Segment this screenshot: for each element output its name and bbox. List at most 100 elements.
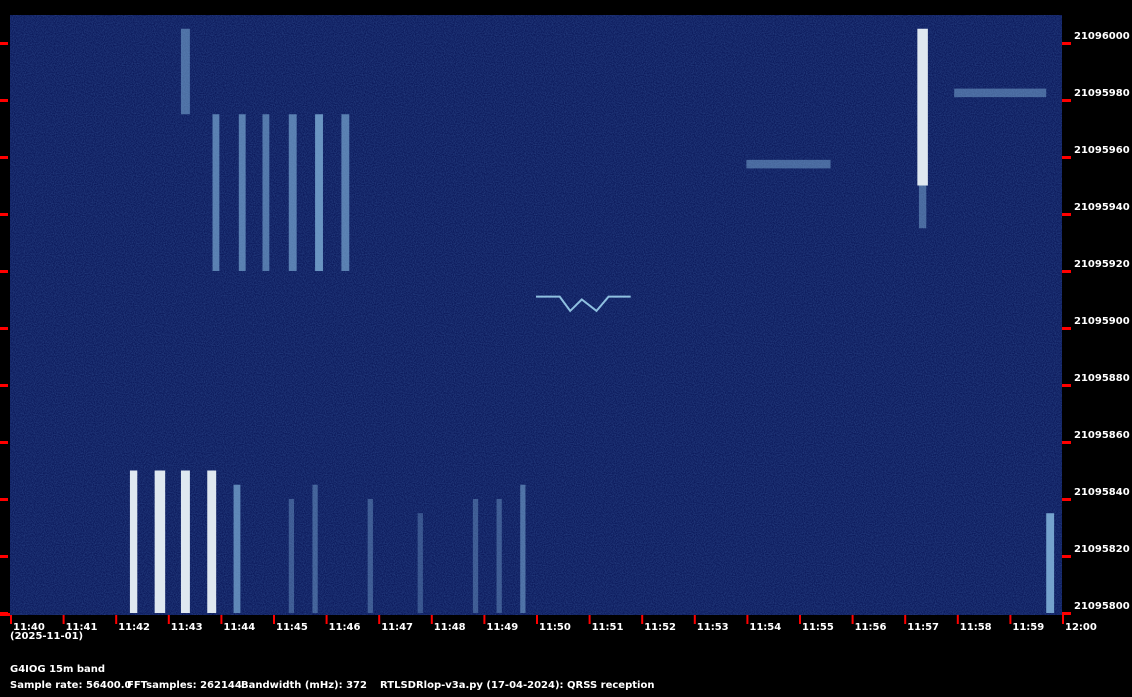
- spectrogram-chart: 11:40 11:41 11:42 11:43 11:44 11:45 11:46 11:47…: [0, 15, 1130, 633]
- y-tick-left: [0, 42, 8, 45]
- x-tick-label: 11:46: [329, 622, 361, 633]
- signal-mark: [129, 470, 138, 613]
- x-tick-label: 12:00: [1065, 622, 1097, 633]
- y-tick-right: [1062, 612, 1071, 615]
- x-tick: [273, 615, 275, 624]
- x-tick: [1009, 615, 1012, 624]
- x-tick: [588, 615, 591, 624]
- x-tick: [115, 615, 118, 624]
- spectrogram-noise: [10, 15, 1062, 615]
- y-tick-right: [1062, 99, 1071, 102]
- y-tick-right: [1062, 384, 1071, 387]
- signal-mark: [207, 470, 217, 613]
- y-tick-right: [1062, 42, 1071, 45]
- signal-mark: [180, 470, 190, 613]
- signal-mark: [233, 484, 241, 613]
- fft-samples-label: FFTsamples: 262144: [127, 680, 242, 691]
- y-tick-right: [1062, 270, 1071, 273]
- signal-mark: [288, 114, 297, 271]
- y-tick-label: 21096000: [1074, 31, 1130, 42]
- signal-mark: [954, 88, 1047, 98]
- signal-mark: [288, 499, 295, 613]
- date-label: (2025-11-01): [10, 631, 84, 642]
- y-tick-label: 21095820: [1074, 544, 1130, 555]
- x-tick-label: 11:50: [539, 622, 571, 633]
- y-tick-label: 21095860: [1074, 430, 1130, 441]
- x-tick: [956, 615, 959, 624]
- signal-mark: [341, 114, 350, 271]
- x-tick-label: 11:54: [749, 622, 781, 633]
- signal-mark: [1046, 513, 1055, 613]
- signal-mark: [238, 114, 246, 271]
- y-tick-right: [1062, 327, 1071, 330]
- y-tick-left: [0, 612, 8, 615]
- y-tick-left: [0, 498, 8, 501]
- x-tick-label: 11:51: [592, 622, 624, 633]
- x-tick-label: 11:48: [434, 622, 466, 633]
- y-tick-left: [0, 270, 8, 273]
- signal-mark: [917, 28, 928, 186]
- signal-mark: [746, 159, 831, 169]
- y-tick-left: [0, 441, 8, 444]
- y-tick-label: 21095920: [1074, 259, 1130, 270]
- y-tick-left: [0, 213, 8, 216]
- y-tick-label: 21095960: [1074, 145, 1130, 156]
- software-label: RTLSDRlop-v3a.py (17-04-2024): QRSS rece…: [380, 680, 655, 691]
- x-tick-label: 11:44: [223, 622, 255, 633]
- signal-mark: [312, 484, 318, 613]
- y-tick-left: [0, 327, 8, 330]
- x-tick-label: 11:52: [644, 622, 676, 633]
- x-tick: [1062, 615, 1064, 624]
- signal-mark: [417, 513, 423, 613]
- x-tick: [799, 615, 801, 624]
- y-tick-right: [1062, 498, 1071, 501]
- x-tick-label: 11:56: [855, 622, 887, 633]
- y-tick-label: 21095800: [1074, 601, 1130, 612]
- bandwidth-label: Bandwidth (mHz): 372: [241, 680, 367, 691]
- x-tick: [483, 615, 486, 624]
- y-tick-label: 21095940: [1074, 202, 1130, 213]
- x-tick-label: 11:42: [118, 622, 150, 633]
- x-tick-label: 11:43: [171, 622, 203, 633]
- x-tick: [62, 615, 65, 624]
- y-tick-left: [0, 384, 8, 387]
- x-tick: [693, 615, 696, 624]
- y-tick-right: [1062, 441, 1071, 444]
- x-tick-label: 11:55: [802, 622, 834, 633]
- x-tick: [378, 615, 381, 624]
- signal-mark: [212, 114, 220, 271]
- x-tick: [904, 615, 907, 624]
- signal-mark: [367, 499, 373, 613]
- x-tick-label: 11:53: [697, 622, 729, 633]
- x-tick: [536, 615, 538, 624]
- signal-mark: [315, 114, 323, 271]
- signal-mark: [180, 28, 190, 115]
- x-tick: [746, 615, 749, 624]
- sample-rate-label: Sample rate: 56400.0: [10, 680, 132, 691]
- y-tick-label: 21095980: [1074, 88, 1130, 99]
- x-tick: [10, 615, 12, 624]
- x-tick-label: 11:59: [1012, 622, 1044, 633]
- y-tick-left: [0, 156, 8, 159]
- station-label: G4IOG 15m band: [10, 664, 106, 675]
- y-tick-right: [1062, 213, 1071, 216]
- x-tick: [851, 615, 854, 624]
- signal-mark: [918, 185, 927, 229]
- y-tick-label: 21095840: [1074, 487, 1130, 498]
- signal-mark: [496, 499, 502, 613]
- y-tick-left: [0, 555, 8, 558]
- signal-mark: [154, 470, 166, 613]
- x-tick-label: 11:57: [907, 622, 939, 633]
- x-tick-label: 11:45: [276, 622, 308, 633]
- y-tick-label: 21095900: [1074, 316, 1130, 327]
- x-tick: [167, 615, 170, 624]
- x-tick-label: 11:58: [960, 622, 992, 633]
- x-tick: [325, 615, 328, 624]
- x-tick: [220, 615, 223, 624]
- y-tick-right: [1062, 555, 1071, 558]
- signal-mark: [520, 484, 526, 613]
- signal-mark: [472, 499, 479, 613]
- x-tick: [430, 615, 433, 624]
- x-tick-label: 11:47: [381, 622, 413, 633]
- x-tick: [641, 615, 644, 624]
